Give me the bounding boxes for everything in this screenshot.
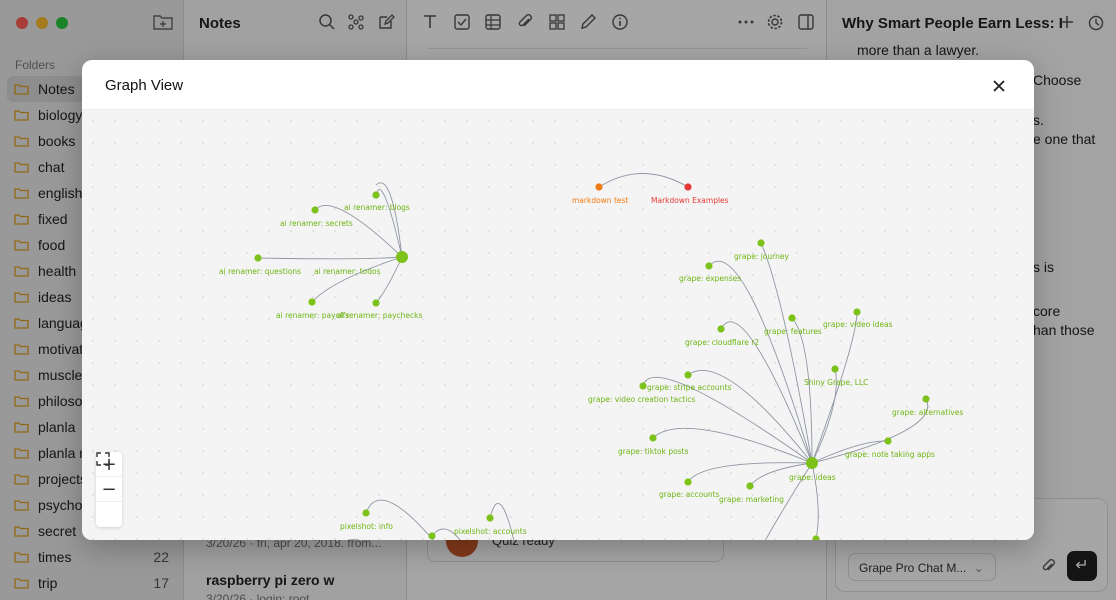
graph-node-label[interactable]: pixelshot: accounts bbox=[454, 527, 527, 536]
graph-node-dot[interactable] bbox=[922, 395, 930, 403]
graph-node-label[interactable]: grape: alternatives bbox=[892, 408, 963, 417]
graph-node-dot[interactable] bbox=[372, 299, 380, 307]
graph-node-label[interactable]: Markdown Examples bbox=[651, 196, 729, 205]
graph-node[interactable]: markdown test bbox=[572, 183, 628, 205]
graph-node[interactable]: pixelshot: accounts bbox=[454, 514, 527, 536]
graph-node-dot[interactable] bbox=[639, 382, 647, 390]
graph-edge bbox=[375, 182, 403, 258]
graph-node-dot[interactable] bbox=[372, 191, 380, 199]
graph-node[interactable]: Markdown Examples bbox=[651, 183, 729, 205]
graph-canvas[interactable]: ai renamer: todos ai renamer: blogs ai ren… bbox=[82, 110, 1034, 540]
modal-title: Graph View bbox=[105, 77, 184, 94]
graph-edges bbox=[257, 173, 929, 540]
graph-node-dot[interactable] bbox=[308, 298, 316, 306]
graph-node[interactable]: grape: cloudflare r2 bbox=[685, 325, 759, 347]
graph-node-dot[interactable] bbox=[311, 206, 319, 214]
graph-edge bbox=[375, 189, 403, 258]
graph-node-dot[interactable] bbox=[788, 314, 796, 322]
graph-node-label[interactable]: grape: cloudflare r2 bbox=[685, 338, 759, 347]
graph-node-dot[interactable] bbox=[595, 183, 603, 191]
graph-node-dot[interactable] bbox=[684, 478, 692, 486]
zoom-out-button[interactable]: − bbox=[96, 477, 122, 502]
graph-edge bbox=[708, 260, 813, 464]
graph-node-label[interactable]: ai renamer: questions bbox=[219, 267, 301, 276]
graph-edge bbox=[314, 205, 403, 258]
graph-node-dot[interactable] bbox=[486, 514, 494, 522]
graph-node-label[interactable]: ai renamer: todos bbox=[314, 267, 381, 276]
graph-node[interactable]: grape: features bbox=[764, 314, 822, 336]
graph-edge bbox=[791, 317, 813, 464]
graph-node-label[interactable]: ai renamer: secrets bbox=[280, 219, 353, 228]
graph-node-label[interactable]: grape: features bbox=[764, 327, 822, 336]
graph-node[interactable]: ai renamer: questions bbox=[219, 254, 301, 276]
graph-node-dot[interactable] bbox=[831, 365, 839, 373]
graph-node-dot[interactable] bbox=[746, 482, 754, 490]
graph-node-dot[interactable] bbox=[428, 532, 436, 540]
modal-header: Graph View bbox=[82, 60, 1034, 110]
graph-node[interactable]: ai renamer: blogs bbox=[344, 191, 410, 212]
graph-node[interactable]: grape: expenses bbox=[679, 262, 741, 283]
graph-node[interactable]: grape: marketing bbox=[719, 482, 784, 504]
graph-node-dot[interactable] bbox=[884, 437, 892, 445]
graph-node-label[interactable]: grape: video ideas bbox=[823, 320, 893, 329]
graph-node-dot[interactable] bbox=[812, 535, 820, 540]
graph-node-label[interactable]: grape: tiktok posts bbox=[618, 447, 689, 456]
graph-node[interactable]: ai renamer: todos bbox=[314, 251, 408, 276]
zoom-controls: + − bbox=[96, 452, 122, 527]
graph-node-label[interactable]: ai renamer: blogs bbox=[344, 203, 410, 212]
graph-edge bbox=[311, 256, 403, 303]
graph-node-dot[interactable] bbox=[705, 262, 713, 270]
graph-node-label[interactable]: grape: expenses bbox=[679, 274, 741, 283]
graph-node-dot[interactable] bbox=[254, 254, 262, 262]
graph-node-label[interactable]: ai renamer: paychecks bbox=[337, 311, 422, 320]
graph-node-label[interactable]: grape: ideas bbox=[789, 473, 836, 482]
graph-node-label[interactable]: markdown test bbox=[572, 196, 628, 205]
graph-node-label[interactable]: pixelshot: info bbox=[340, 522, 393, 531]
graph-node-dot[interactable] bbox=[806, 457, 818, 469]
graph-node-label[interactable]: grape: stripe accounts bbox=[647, 383, 731, 392]
graph-node-label[interactable]: grape: journey bbox=[734, 252, 789, 261]
graph-node-dot[interactable] bbox=[649, 434, 657, 442]
close-icon[interactable] bbox=[990, 77, 1008, 95]
graph-svg[interactable]: ai renamer: todos ai renamer: blogs ai ren… bbox=[82, 110, 1034, 540]
graph-node-dot[interactable] bbox=[396, 251, 408, 263]
graph-node-label[interactable]: grape: accounts bbox=[659, 490, 720, 499]
graph-node[interactable]: grape: note taking apps bbox=[845, 437, 935, 459]
graph-node[interactable]: grape: accounts bbox=[659, 478, 720, 499]
graph-node-dot[interactable] bbox=[717, 325, 725, 333]
graph-edge bbox=[257, 256, 403, 260]
graph-node-dot[interactable] bbox=[853, 308, 861, 316]
graph-node[interactable]: grape: ideas bbox=[789, 457, 836, 482]
graph-edge bbox=[760, 242, 813, 464]
graph-edge bbox=[598, 173, 689, 188]
graph-node[interactable]: grape: tiktok posts bbox=[618, 434, 689, 456]
graph-node[interactable]: pixelshot: info bbox=[340, 509, 393, 531]
graph-view-modal: Graph View ai renamer: todos ai renamer: … bbox=[82, 60, 1034, 540]
graph-node-label[interactable]: grape: marketing bbox=[719, 495, 784, 504]
graph-edge bbox=[365, 499, 434, 540]
graph-node[interactable]: grape: video ideas bbox=[823, 308, 893, 329]
graph-edge bbox=[375, 256, 403, 304]
graph-node-dot[interactable] bbox=[684, 183, 692, 191]
graph-node-label[interactable]: grape: note taking apps bbox=[845, 450, 935, 459]
fit-screen-button[interactable] bbox=[96, 452, 122, 527]
graph-node[interactable]: ai renamer: paychecks bbox=[337, 299, 422, 320]
graph-node-dot[interactable] bbox=[362, 509, 370, 517]
graph-node-label[interactable]: grape: video creation tactics bbox=[588, 395, 695, 404]
fit-screen-icon bbox=[96, 452, 110, 466]
graph-node[interactable]: grape: todos bbox=[792, 535, 840, 540]
graph-edge bbox=[652, 427, 813, 464]
graph-nodes[interactable]: ai renamer: todos ai renamer: blogs ai ren… bbox=[219, 183, 963, 540]
graph-node-dot[interactable] bbox=[757, 239, 765, 247]
graph-node-dot[interactable] bbox=[684, 371, 692, 379]
graph-node[interactable]: grape: journey bbox=[734, 239, 789, 261]
graph-node-label[interactable]: Shiny Grape, LLC bbox=[804, 378, 868, 387]
